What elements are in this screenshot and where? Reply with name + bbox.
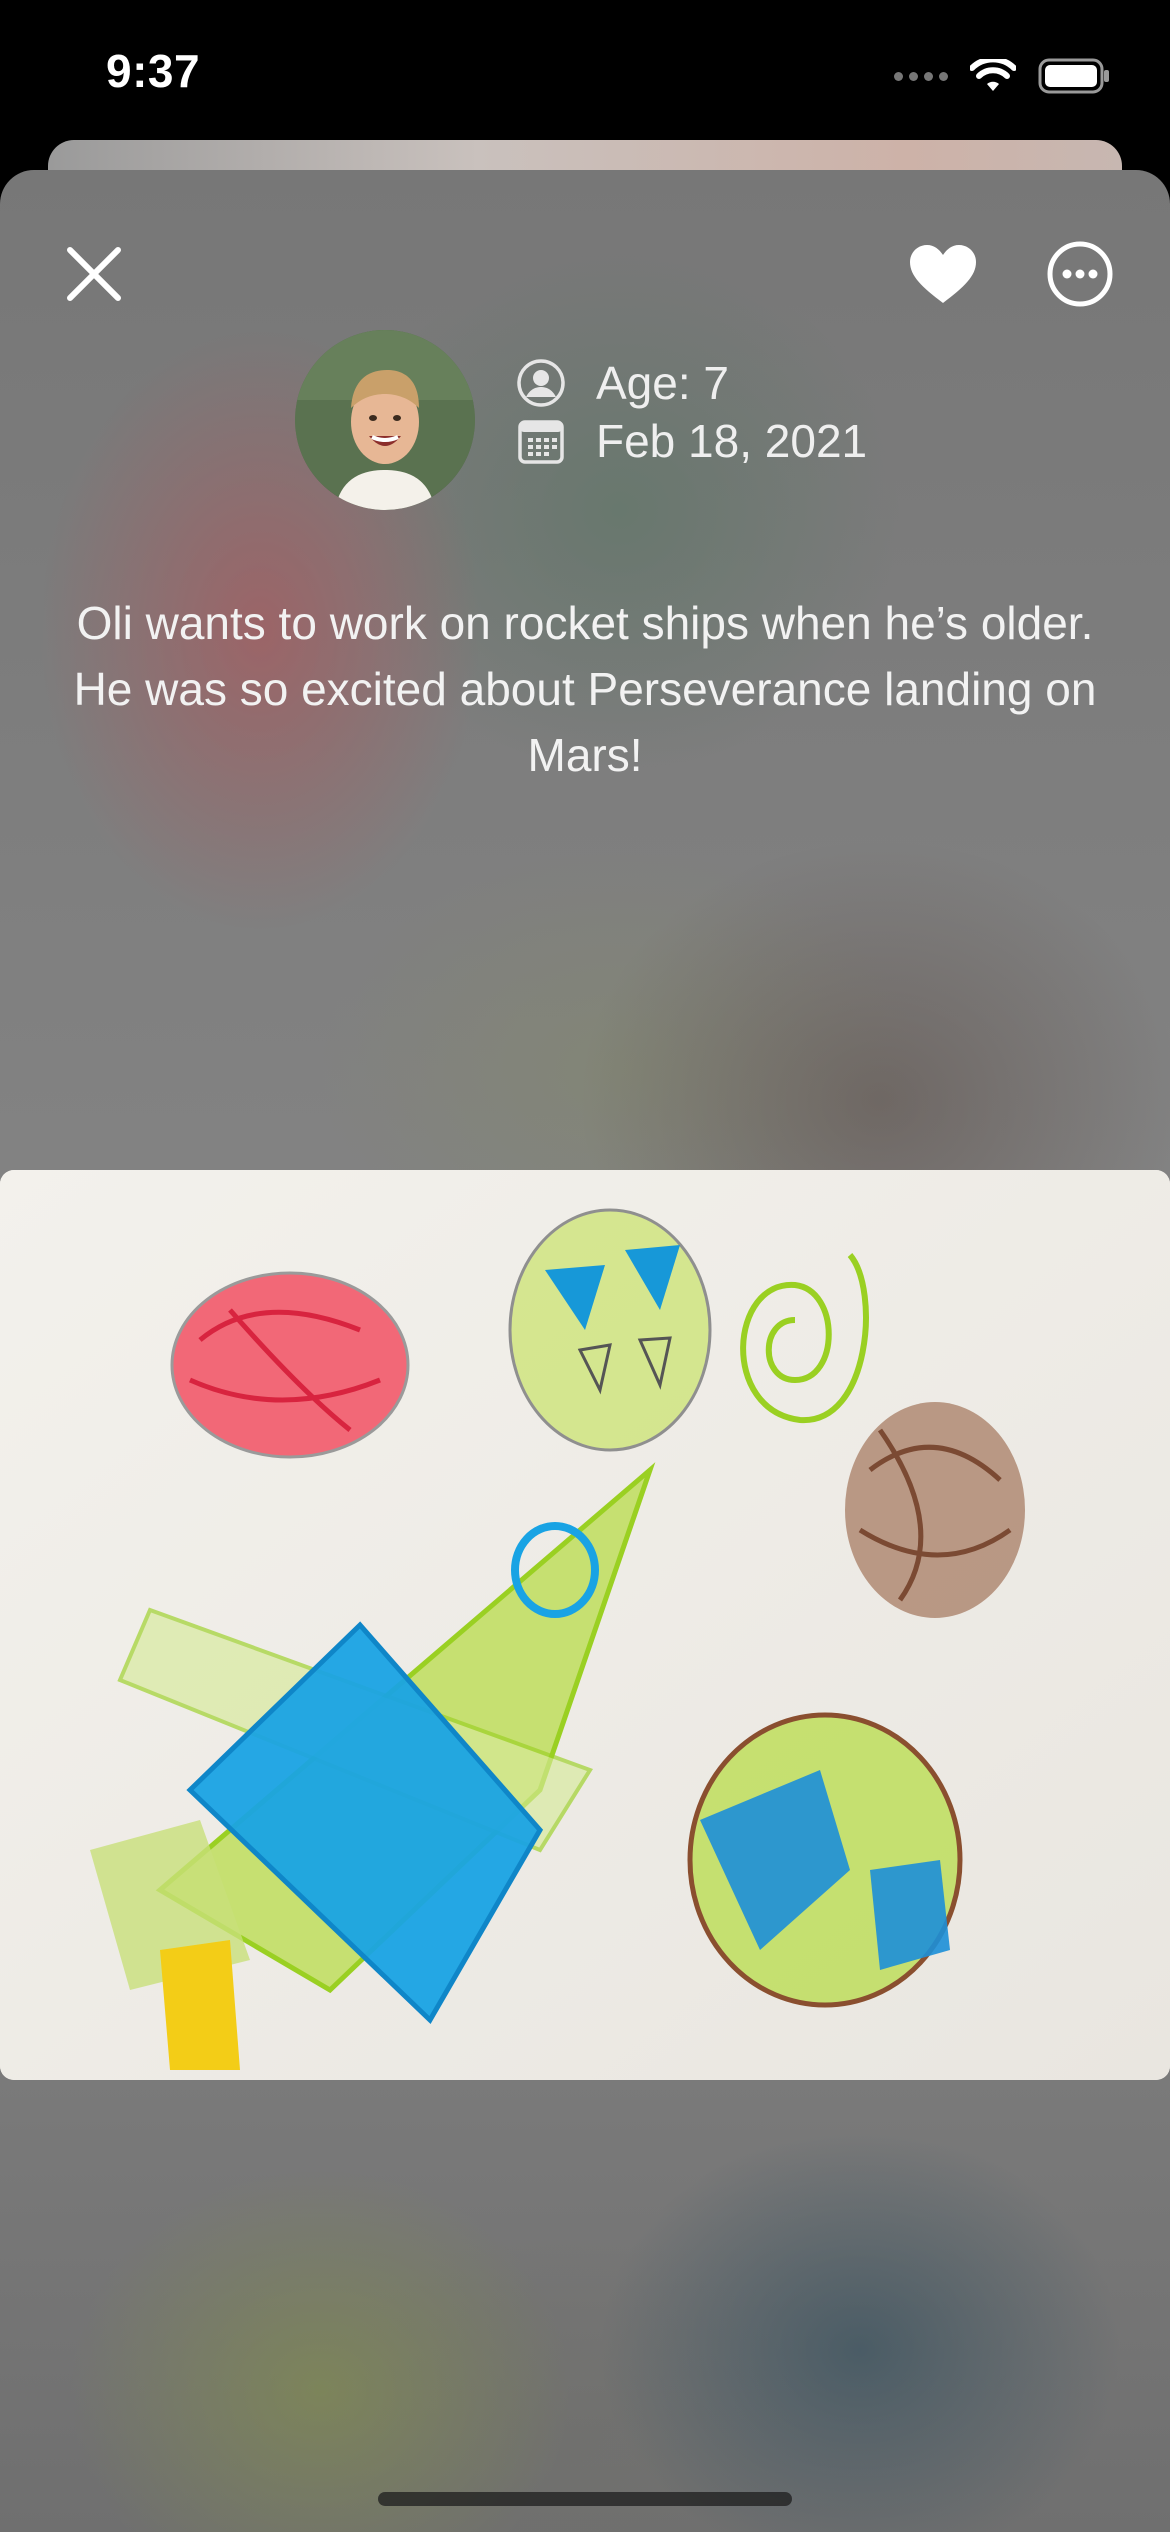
status-bar: 9:37 <box>0 0 1170 150</box>
child-photo <box>295 330 475 510</box>
date-row: Feb 18, 2021 <box>516 414 867 468</box>
age-row: Age: 7 <box>516 356 729 410</box>
cellular-signal-icon <box>894 71 948 81</box>
age-label: Age: 7 <box>596 357 729 409</box>
status-time: 9:37 <box>106 45 201 97</box>
ellipsis-circle-icon <box>1047 241 1113 307</box>
crayon-drawing-rocket-and-planets <box>0 1170 1170 2080</box>
heart-icon <box>910 245 976 303</box>
close-button[interactable] <box>54 234 134 314</box>
memory-detail-sheet: Age: 7 Feb 18, 2021 Oli wants to work on… <box>0 170 1170 2532</box>
close-icon <box>67 247 121 301</box>
artwork-photo[interactable] <box>0 1170 1170 2080</box>
status-icons <box>894 56 1110 96</box>
more-options-button[interactable] <box>1038 232 1122 316</box>
home-indicator[interactable] <box>378 2492 792 2506</box>
favorite-button[interactable] <box>898 232 988 316</box>
battery-icon <box>1038 58 1109 94</box>
avatar <box>295 330 475 510</box>
calendar-icon <box>516 416 566 466</box>
wifi-icon <box>970 59 1016 91</box>
memory-description: Oli wants to work on rocket ships when h… <box>73 597 1097 781</box>
person-icon <box>516 358 566 408</box>
date-label: Feb 18, 2021 <box>596 415 868 467</box>
